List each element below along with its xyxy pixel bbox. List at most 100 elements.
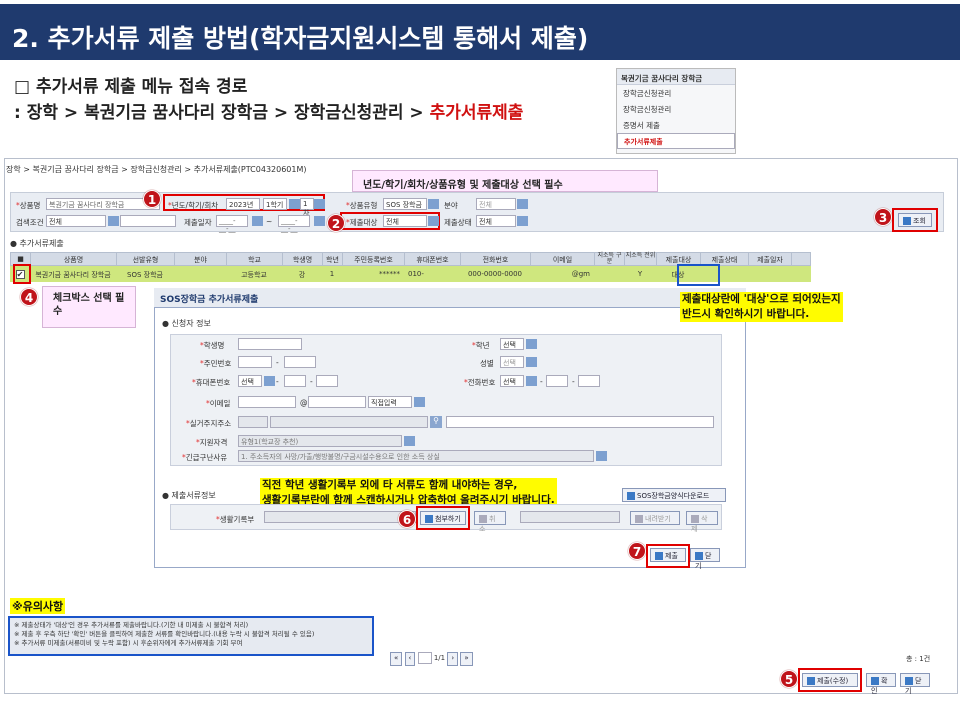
mobile-dash-1: -	[276, 377, 279, 386]
email-domain-select[interactable]: 직접입력	[368, 396, 412, 408]
field-select[interactable]: 전체	[476, 198, 516, 210]
download-button[interactable]: 내려받기	[630, 511, 680, 525]
email-domain-input[interactable]	[308, 396, 366, 408]
grade-label: *학년	[472, 341, 490, 350]
next-page-button[interactable]: ›	[447, 652, 459, 666]
cancel-attach-button[interactable]: 취소	[474, 511, 506, 533]
chevron-down-icon[interactable]	[314, 199, 325, 209]
qualification-select[interactable]: 유형1(학교장 추천)	[238, 435, 402, 447]
delete-button[interactable]: 삭제	[686, 511, 718, 533]
page-input[interactable]	[417, 652, 432, 664]
cell-school: 고등학교	[241, 271, 267, 279]
phone-input-2[interactable]	[578, 375, 600, 387]
search-icon[interactable]: ⚲	[430, 416, 442, 428]
submit-edit-button[interactable]: 제출(수정)	[802, 673, 858, 687]
chevron-down-icon[interactable]	[596, 451, 607, 461]
menu-tree: 복권기금 꿈사다리 장학금 장학금신청관리 장학금신청관리 증명서 제출 추가서…	[616, 68, 736, 154]
target-note: 제출대상란에 '대상'으로 되어있는지 반드시 확인하시기 바랍니다.	[680, 292, 843, 322]
close-button[interactable]: 닫기	[900, 673, 930, 695]
email-at: @	[300, 398, 308, 407]
menu-item-apply-manage-2[interactable]: 장학금신청관리	[617, 101, 735, 117]
route-path: : 장학 > 복권기금 꿈사다리 장학금 > 장학금신청관리 > 추가서류제출	[14, 103, 524, 123]
chevron-down-icon[interactable]	[428, 199, 439, 209]
cond-select[interactable]: 전체	[46, 215, 106, 227]
date-to[interactable]: ____-__-__	[278, 215, 310, 233]
phone-select[interactable]: 선택	[500, 375, 524, 387]
chevron-down-icon[interactable]	[289, 199, 300, 209]
chevron-down-icon[interactable]	[526, 339, 537, 349]
search-button[interactable]: 조회	[898, 213, 932, 227]
gender-select[interactable]: 선택	[500, 356, 524, 368]
mobile-input-1[interactable]	[284, 375, 306, 387]
applicant-section-title: ● 신청자 정보	[162, 319, 211, 328]
chevron-down-icon[interactable]	[428, 216, 439, 226]
calendar-icon[interactable]	[314, 216, 325, 226]
cell-product: 복권기금 꿈사다리 장학금	[35, 271, 111, 279]
calendar-icon[interactable]	[252, 216, 263, 226]
chevron-down-icon[interactable]	[414, 397, 425, 407]
submit-icon	[807, 677, 815, 685]
address-detail-input[interactable]	[446, 416, 714, 428]
attach-icon	[425, 515, 433, 523]
reason-label: *긴급구난사유	[182, 453, 228, 462]
col-mobile: 휴대폰번호	[405, 253, 461, 265]
col-ssn: 주민등록번호	[343, 253, 405, 265]
gender-label: 성별	[480, 359, 494, 368]
confirm-button[interactable]: 확인	[866, 673, 896, 695]
delete-icon	[691, 515, 699, 523]
email-label: *이메일	[206, 399, 231, 408]
chevron-down-icon[interactable]	[517, 216, 528, 226]
chevron-down-icon[interactable]	[526, 357, 537, 367]
year-label: *년도/학기/회차	[168, 201, 219, 210]
menu-item-additional-docs[interactable]: 추가서류제출	[617, 133, 735, 149]
prev-page-button[interactable]: ‹	[404, 652, 416, 666]
close-icon	[695, 552, 703, 560]
breadcrumb: 장학 > 복권기금 꿈사다리 장학금 > 장학금신청관리 > 추가서류제출(PT…	[6, 165, 307, 174]
chevron-down-icon[interactable]	[517, 199, 528, 209]
last-page-button[interactable]: »	[460, 652, 473, 666]
chevron-down-icon[interactable]	[526, 376, 537, 386]
step-badge-1: 1	[143, 190, 161, 208]
address-input[interactable]	[270, 416, 428, 428]
step-badge-5: 5	[780, 670, 798, 688]
ssn-input-2[interactable]	[284, 356, 316, 368]
chevron-down-icon[interactable]	[264, 376, 275, 386]
name-input[interactable]	[238, 338, 302, 350]
form-download-button[interactable]: SOS장학금양식다운로드	[622, 488, 726, 502]
popup-close-button[interactable]: 닫기	[690, 548, 720, 570]
step4-box	[13, 264, 31, 284]
term-select[interactable]: 1학기	[263, 198, 287, 210]
chevron-down-icon[interactable]	[108, 216, 119, 226]
phone-dash-2: -	[572, 377, 575, 386]
target-select[interactable]: 전체	[383, 215, 427, 227]
first-page-button[interactable]: «	[390, 652, 403, 666]
ssn-input-1[interactable]	[238, 356, 272, 368]
email-id-input[interactable]	[238, 396, 296, 408]
reason-select[interactable]: 1. 주소득자의 사망/가출/행방불명/구금시설수용으로 인한 소득 상실	[238, 450, 594, 462]
phone-input-1[interactable]	[546, 375, 568, 387]
record-file-input[interactable]	[264, 511, 416, 523]
date-from[interactable]: ____-__-__	[216, 215, 248, 233]
menu-item-apply-manage[interactable]: 장학금신청관리	[617, 85, 735, 101]
round-select[interactable]: 1차	[300, 198, 314, 217]
col-grade: 학년	[323, 253, 343, 265]
chevron-down-icon[interactable]	[404, 436, 415, 446]
qualification-label: *지원자격	[196, 438, 228, 447]
mobile-select[interactable]: 선택	[238, 375, 262, 387]
pager: « ‹ 1/1 › »	[390, 652, 473, 666]
slide-title: 2. 추가서류 제출 방법(학자금지원시스템 통해서 제출)	[0, 4, 960, 60]
confirm-icon	[871, 677, 879, 685]
grade-select[interactable]: 선택	[500, 338, 524, 350]
mobile-input-2[interactable]	[316, 375, 338, 387]
popup-submit-button[interactable]: 제출	[650, 548, 686, 562]
zip-input[interactable]	[238, 416, 268, 428]
attach-button[interactable]: 첨부하기	[420, 511, 466, 525]
menu-item-certificate[interactable]: 증명서 제출	[617, 117, 735, 133]
step-badge-2: 2	[327, 214, 345, 232]
status-select[interactable]: 전체	[476, 215, 516, 227]
list-title: ● 추가서류제출	[10, 239, 64, 248]
year-select[interactable]: 2023년	[226, 198, 260, 210]
type-select[interactable]: SOS 장학금	[383, 198, 427, 210]
date-tilde: ~	[266, 217, 273, 226]
cond-input[interactable]	[120, 215, 176, 227]
